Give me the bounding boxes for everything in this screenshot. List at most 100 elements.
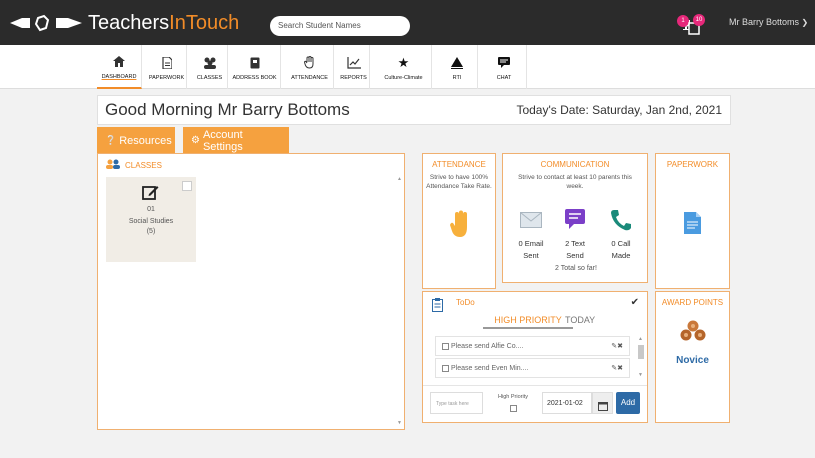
nav-label: CLASSES <box>196 74 223 81</box>
edit-class-icon[interactable] <box>182 181 192 191</box>
nav-label: CHAT <box>496 74 512 81</box>
nav-reports[interactable]: REPORTS <box>338 45 370 89</box>
users-icon <box>106 159 120 171</box>
raised-hand-icon <box>449 210 471 243</box>
communication-panel[interactable]: COMMUNICATION Strive to contact at least… <box>502 153 648 283</box>
task-badge: 10 <box>693 14 705 26</box>
nav-label: PAPERWORK <box>148 74 185 81</box>
award-points-panel[interactable]: AWARD POINTS Novice <box>655 291 730 423</box>
document-icon <box>161 54 172 72</box>
add-task-button[interactable]: Add <box>616 392 640 414</box>
communication-total: 2 Total so far! <box>555 265 597 272</box>
email-icon <box>520 212 542 233</box>
greeting-text: Good Morning Mr Barry Bottoms <box>105 100 350 119</box>
gear-icon: ⚙ <box>191 135 200 146</box>
nav-address-book[interactable]: ADDRESS BOOK <box>229 45 281 89</box>
email-sent-stat: 0 Email Sent <box>513 238 549 262</box>
call-made-stat: 0 Call Made <box>603 238 639 262</box>
document-icon <box>684 212 701 239</box>
task-checkbox[interactable] <box>442 342 449 350</box>
star-icon: ★ <box>397 54 410 70</box>
nav-label: REPORTS <box>340 74 367 81</box>
nav-label: ADDRESS BOOK <box>232 74 277 81</box>
main-nav: DASHBOARD PAPERWORK CLASSES ADDRESS BOOK… <box>0 45 815 89</box>
top-bar: TeachersInTouch Search Student Names 1 1… <box>0 0 815 45</box>
communication-subtitle: Strive to contact at least 10 parents th… <box>518 174 632 190</box>
class-card[interactable]: 01 Social Studies (5) <box>106 177 196 262</box>
task-text: Please send Even Min.... <box>451 364 529 372</box>
class-name: Social Studies <box>128 218 174 225</box>
attendance-title: ATTENDANCE <box>432 160 486 169</box>
student-search-input[interactable]: Search Student Names <box>270 16 410 36</box>
text-send-stat: 2 Text Send <box>557 238 593 262</box>
award-points-title: AWARD POINTS <box>661 298 724 307</box>
pyramid-icon <box>451 54 463 72</box>
logo-hands-icon <box>8 14 86 32</box>
home-icon <box>113 53 125 71</box>
task-checkbox[interactable] <box>442 364 449 372</box>
paperwork-panel[interactable]: PAPERWORK <box>655 153 730 289</box>
log-pile-icon <box>678 319 708 346</box>
question-circle-icon: ❔ <box>105 135 117 145</box>
award-level: Novice <box>676 355 709 366</box>
class-student-count: (5) <box>146 228 156 235</box>
account-settings-label: Account Settings <box>202 128 243 153</box>
todo-item[interactable]: Please send Even Min.... ✎✖ <box>435 358 630 378</box>
delete-icon[interactable]: ✖ <box>617 365 623 372</box>
attendance-subtitle: Strive to have 100% Attendance Take Rate… <box>426 174 492 190</box>
account-settings-button[interactable]: ⚙ Account Settings <box>183 127 289 154</box>
classes-panel: CLASSES 01 Social Studies (5) ▲ ▼ <box>97 153 405 430</box>
class-number: 01 <box>147 206 155 213</box>
nav-label: ATTENDANCE <box>291 74 328 81</box>
classes-header: CLASSES <box>106 159 162 171</box>
resources-button[interactable]: ❔ Resources <box>97 127 175 154</box>
clipboard-list-icon <box>432 298 443 317</box>
todo-scrollbar[interactable]: ▲ ▼ <box>638 336 644 378</box>
nav-dashboard[interactable]: DASHBOARD <box>97 45 142 89</box>
task-actions[interactable]: ✎✖ <box>611 342 623 350</box>
app-logo[interactable]: TeachersInTouch <box>88 12 239 35</box>
attendance-panel[interactable]: ATTENDANCE Strive to have 100% Attendanc… <box>422 153 496 289</box>
tab-today[interactable]: TODAY <box>565 315 595 325</box>
todo-divider <box>423 385 647 386</box>
checkmark-icon[interactable]: ✔ <box>631 297 639 308</box>
calendar-button[interactable] <box>592 392 613 414</box>
nav-attendance[interactable]: ATTENDANCE <box>286 45 334 89</box>
resources-label: Resources <box>119 134 172 147</box>
delete-icon[interactable]: ✖ <box>617 343 623 350</box>
nav-rti[interactable]: RTI <box>437 45 478 89</box>
hand-icon <box>304 54 315 72</box>
line-chart-icon <box>346 54 361 72</box>
nav-label: DASHBOARD <box>101 73 137 80</box>
user-menu[interactable]: Mr Barry Bottoms ❯ <box>729 17 808 27</box>
chat-icon <box>498 54 510 72</box>
nav-paperwork[interactable]: PAPERWORK <box>147 45 187 89</box>
classes-scrollbar[interactable]: ▲ ▼ <box>396 176 402 426</box>
text-message-icon <box>565 209 585 234</box>
email-state: Sent <box>523 251 539 260</box>
nav-culture-climate[interactable]: ★ Culture-Climate <box>376 45 432 89</box>
todays-date: Today's Date: Saturday, Jan 2nd, 2021 <box>516 103 722 117</box>
nav-chat[interactable]: CHAT <box>482 45 527 89</box>
task-input[interactable]: Type task here <box>430 392 483 414</box>
due-date-input[interactable]: 2021-01-02 <box>542 392 592 414</box>
users-icon <box>203 54 217 72</box>
nav-label: Culture-Climate <box>384 74 423 81</box>
text-count: 2 Text <box>565 239 585 248</box>
task-actions[interactable]: ✎✖ <box>611 364 623 372</box>
high-priority-checkbox[interactable] <box>510 405 517 412</box>
task-text: Please send Alfie Co.... <box>451 342 524 350</box>
paperwork-title: PAPERWORK <box>666 160 719 169</box>
classes-title: CLASSES <box>125 160 162 170</box>
text-state: Send <box>566 251 584 260</box>
todo-item[interactable]: Please send Alfie Co.... ✎✖ <box>435 336 630 356</box>
call-state: Made <box>611 251 631 260</box>
communication-title: COMMUNICATION <box>540 160 610 169</box>
nav-classes[interactable]: CLASSES <box>192 45 228 89</box>
phone-icon <box>611 209 631 236</box>
book-icon <box>250 54 260 72</box>
edit-note-icon <box>142 184 159 206</box>
todo-title: ToDo <box>456 298 475 307</box>
email-count: 0 Email <box>518 239 544 248</box>
tab-high-priority[interactable]: HIGH PRIORITY <box>483 315 573 329</box>
